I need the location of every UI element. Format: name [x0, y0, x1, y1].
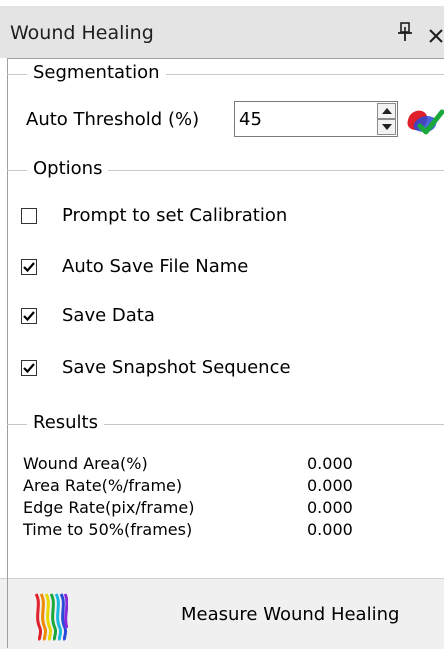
save-snapshot-sequence-checkbox[interactable]: [21, 360, 37, 376]
spin-down-button[interactable]: [377, 119, 396, 135]
auto-threshold-label: Auto Threshold (%): [26, 109, 200, 130]
options-group-title: Options: [27, 158, 109, 180]
auto-save-file-name-label: Auto Save File Name: [62, 256, 249, 277]
result-label-wound-area: Wound Area(%): [23, 454, 148, 473]
checkmark-icon: [23, 363, 35, 374]
checkmark-icon: [23, 262, 35, 273]
result-label-area-rate: Area Rate(%/frame): [23, 476, 183, 495]
segmentation-group-title: Segmentation: [27, 62, 166, 84]
measure-area-left-border: [7, 578, 8, 648]
panel-titlebar: Wound Healing: [0, 6, 444, 58]
close-icon[interactable]: [428, 28, 444, 44]
wound-healing-panel: Wound Healing Segmentation Auto Threshol…: [0, 0, 444, 649]
auto-save-file-name-checkbox[interactable]: [21, 259, 37, 275]
checkmark-icon: [23, 311, 35, 322]
result-value-time-to-50: 0.000: [307, 520, 353, 539]
panel-title: Wound Healing: [10, 22, 154, 44]
spin-up-icon: [382, 108, 392, 114]
result-label-edge-rate: Edge Rate(pix/frame): [23, 498, 195, 517]
spin-up-button[interactable]: [377, 103, 396, 119]
result-label-time-to-50: Time to 50%(frames): [23, 520, 193, 539]
results-group-title: Results: [27, 412, 104, 434]
panel-left-border: [7, 58, 8, 648]
pin-icon[interactable]: [396, 22, 414, 42]
panel-top-border: [7, 58, 444, 59]
save-snapshot-sequence-label: Save Snapshot Sequence: [62, 357, 291, 378]
prompt-calibration-checkbox[interactable]: [21, 208, 37, 224]
auto-threshold-input[interactable]: [239, 106, 371, 132]
spin-down-icon: [382, 124, 392, 130]
prompt-calibration-label: Prompt to set Calibration: [62, 205, 288, 226]
result-value-area-rate: 0.000: [307, 476, 353, 495]
result-value-wound-area: 0.000: [307, 454, 353, 473]
save-data-checkbox[interactable]: [21, 308, 37, 324]
measure-wound-healing-label: Measure Wound Healing: [181, 604, 400, 625]
save-data-label: Save Data: [62, 305, 155, 326]
wound-healing-icon: [34, 593, 68, 642]
auto-threshold-spinbox[interactable]: [234, 101, 398, 137]
color-pick-icon[interactable]: [404, 104, 444, 136]
result-value-edge-rate: 0.000: [307, 498, 353, 517]
